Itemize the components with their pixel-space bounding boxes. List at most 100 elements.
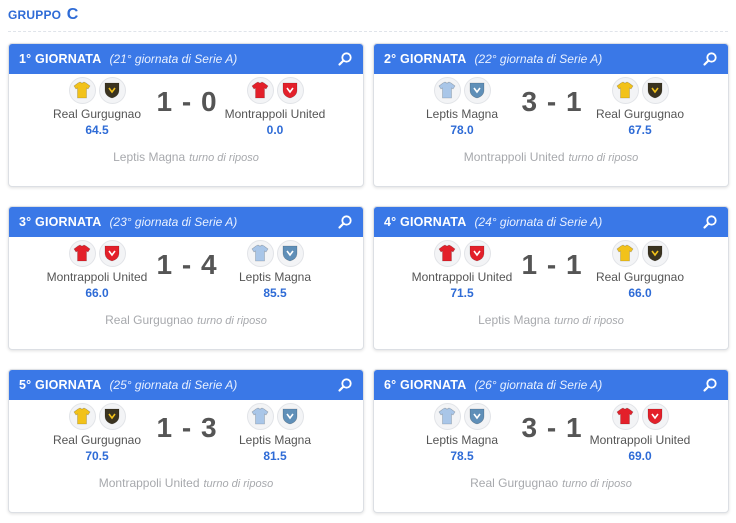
match-body: Leptis Magna 78.5 3 - 1 Montrappoli United 6… [374, 400, 728, 474]
magnifier-icon[interactable] [337, 51, 353, 67]
away-team-points: 0.0 [266, 123, 284, 137]
rest-label: turno di riposo [562, 478, 632, 490]
magnifier-icon[interactable] [702, 214, 718, 230]
away-team-name: Montrappoli United [589, 433, 691, 447]
jersey-icon [611, 402, 639, 430]
rest-row: Real Gurgugnao turno di riposo [9, 313, 363, 327]
jersey-icon [68, 76, 96, 104]
rest-label: turno di riposo [197, 315, 267, 327]
away-logos [580, 239, 700, 267]
jersey-icon [246, 76, 274, 104]
team-crest-icon [641, 76, 669, 104]
rest-label: turno di riposo [554, 315, 624, 327]
group-header: GRUPPO C [8, 6, 728, 32]
card-header: 1° GIORNATA (21° giornata di Serie A) [9, 44, 363, 74]
away-team-name: Leptis Magna [238, 433, 312, 447]
away-team-points: 66.0 [628, 286, 652, 300]
card-header: 2° GIORNATA (22° giornata di Serie A) [374, 44, 728, 74]
rest-label: turno di riposo [203, 478, 274, 490]
match-body: Real Gurgugnao 70.5 1 - 3 Leptis Magna 81.5 [9, 400, 363, 474]
team-crest-icon [463, 76, 491, 104]
away-logos [580, 76, 700, 104]
jersey-icon [68, 402, 96, 430]
magnifier-icon[interactable] [337, 214, 353, 230]
away-team[interactable]: Montrappoli United 0.0 [215, 76, 335, 137]
magnifier-icon[interactable] [702, 51, 718, 67]
group-prefix: GRUPPO [8, 8, 62, 22]
team-crest-icon [641, 239, 669, 267]
home-team-points: 66.0 [85, 286, 109, 300]
jersey-icon [611, 76, 639, 104]
team-crest-icon [98, 402, 126, 430]
match-card: 4° GIORNATA (24° giornata di Serie A) Mont… [373, 206, 729, 350]
match-body: Leptis Magna 78.0 3 - 1 Real Gurgugnao 67.5 [374, 74, 728, 148]
rest-row: Real Gurgugnao turno di riposo [374, 476, 728, 490]
rest-label: turno di riposo [568, 152, 639, 164]
round-label: 3° GIORNATA [19, 215, 102, 229]
team-crest-icon [463, 239, 491, 267]
magnifier-icon[interactable] [702, 377, 718, 393]
rest-label: turno di riposo [189, 152, 259, 164]
rest-team-name: Montrappoli United [463, 150, 565, 164]
away-team-points: 85.5 [263, 286, 287, 300]
away-team[interactable]: Leptis Magna 81.5 [215, 402, 335, 463]
home-team-points: 70.5 [85, 449, 109, 463]
match-body: Montrappoli United 71.5 1 - 1 Real Gurgugna… [374, 237, 728, 311]
serie-label: (22° giornata di Serie A) [474, 52, 603, 66]
rest-row: Montrappoli United turno di riposo [374, 150, 728, 164]
team-crest-icon [276, 76, 304, 104]
home-team-points: 78.0 [450, 123, 474, 137]
rest-team-name: Real Gurgugnao [105, 313, 194, 327]
away-team[interactable]: Real Gurgugnao 66.0 [580, 239, 700, 300]
away-logos [215, 239, 335, 267]
jersey-icon [611, 239, 639, 267]
card-header: 3° GIORNATA (23° giornata di Serie A) [9, 207, 363, 237]
away-team-points: 67.5 [628, 123, 652, 137]
away-team[interactable]: Montrappoli United 69.0 [580, 402, 700, 463]
home-team-points: 78.5 [450, 449, 474, 463]
home-team-points: 64.5 [85, 123, 109, 137]
match-card: 1° GIORNATA (21° giornata di Serie A) Real… [8, 43, 364, 187]
rest-team-name: Montrappoli United [98, 476, 200, 490]
jersey-icon [433, 76, 461, 104]
away-team[interactable]: Real Gurgugnao 67.5 [580, 76, 700, 137]
away-team-name: Leptis Magna [238, 270, 312, 284]
serie-label: (26° giornata di Serie A) [474, 378, 603, 392]
card-header: 5° GIORNATA (25° giornata di Serie A) [9, 370, 363, 400]
jersey-icon [246, 239, 274, 267]
away-logos [580, 402, 700, 430]
serie-label: (24° giornata di Serie A) [474, 215, 603, 229]
away-logos [215, 76, 335, 104]
away-team[interactable]: Leptis Magna 85.5 [215, 239, 335, 300]
rest-row: Leptis Magna turno di riposo [9, 150, 363, 164]
serie-label: (21° giornata di Serie A) [109, 52, 238, 66]
team-crest-icon [641, 402, 669, 430]
jersey-icon [246, 402, 274, 430]
rest-row: Montrappoli United turno di riposo [9, 476, 363, 490]
match-body: Montrappoli United 66.0 1 - 4 Leptis Magna 8… [9, 237, 363, 311]
jersey-icon [68, 239, 96, 267]
team-crest-icon [463, 402, 491, 430]
round-label: 1° GIORNATA [19, 52, 102, 66]
rest-team-name: Leptis Magna [478, 313, 551, 327]
home-team-points: 71.5 [450, 286, 474, 300]
rest-team-name: Leptis Magna [113, 150, 186, 164]
round-label: 5° GIORNATA [19, 378, 102, 392]
match-card: 5° GIORNATA (25° giornata di Serie A) Real… [8, 369, 364, 513]
away-team-name: Real Gurgugnao [595, 270, 685, 284]
magnifier-icon[interactable] [337, 377, 353, 393]
match-card: 6° GIORNATA (26° giornata di Serie A) Lept… [373, 369, 729, 513]
rest-row: Leptis Magna turno di riposo [374, 313, 728, 327]
team-crest-icon [98, 76, 126, 104]
away-team-name: Montrappoli United [224, 107, 326, 121]
round-label: 2° GIORNATA [384, 52, 467, 66]
away-team-points: 81.5 [263, 449, 287, 463]
away-logos [215, 402, 335, 430]
card-header: 4° GIORNATA (24° giornata di Serie A) [374, 207, 728, 237]
match-body: Real Gurgugnao 64.5 1 - 0 Montrappoli Unite… [9, 74, 363, 148]
jersey-icon [433, 239, 461, 267]
round-label: 4° GIORNATA [384, 215, 467, 229]
match-card: 2° GIORNATA (22° giornata di Serie A) Lept… [373, 43, 729, 187]
team-crest-icon [276, 239, 304, 267]
away-team-name: Real Gurgugnao [595, 107, 685, 121]
